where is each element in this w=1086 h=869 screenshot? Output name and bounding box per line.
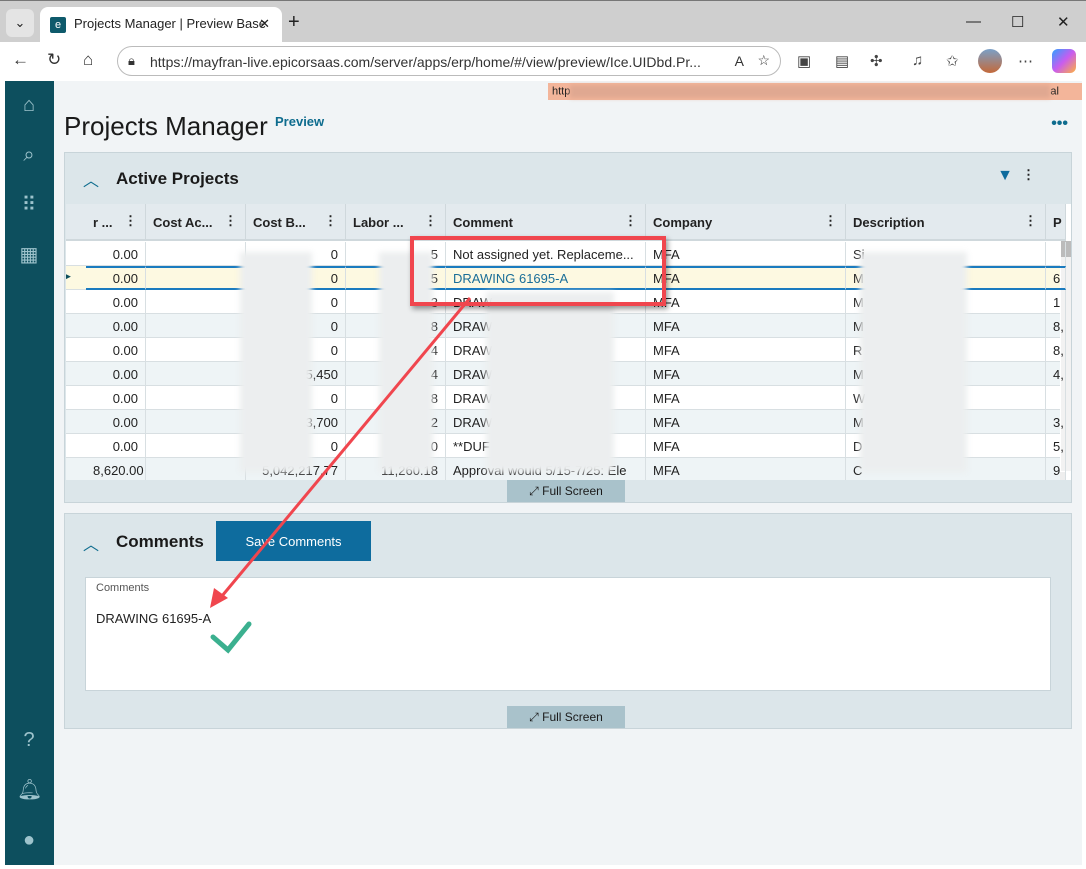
annotation-arrow-line [220, 297, 472, 597]
checkmark-icon [210, 621, 252, 654]
annotation-overlay [210, 297, 472, 654]
